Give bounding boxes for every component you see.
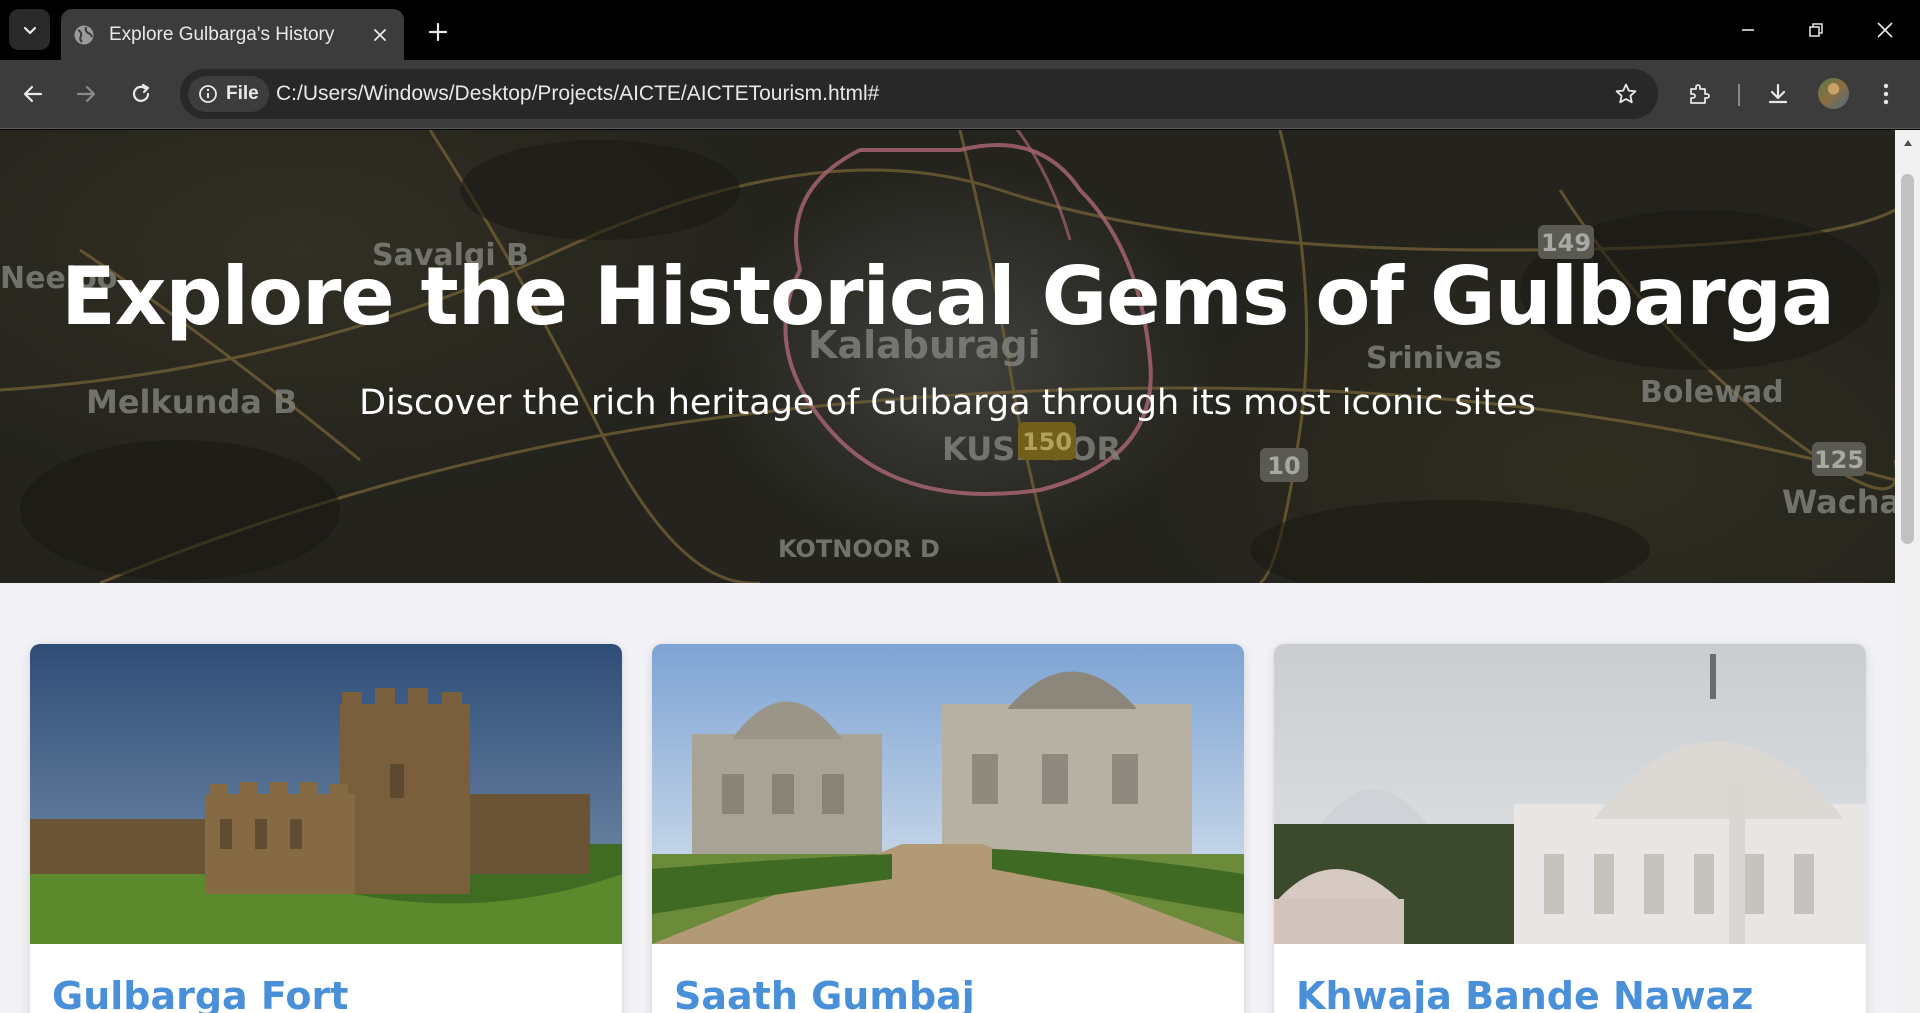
- profile-avatar[interactable]: [1818, 78, 1849, 109]
- site-cards: Gulbarga Fort Saath Gumbaj Khwaja Bande …: [30, 644, 1866, 1013]
- tab-search-button[interactable]: [9, 9, 50, 50]
- card-title[interactable]: Gulbarga Fort: [52, 974, 348, 1013]
- bookmark-button[interactable]: [1606, 74, 1646, 114]
- site-info-chip[interactable]: File: [188, 76, 269, 112]
- hero-banner: Savalgi B Neeloo Kalaburagi Srinivas Bol…: [0, 130, 1895, 583]
- hero-title: Explore the Historical Gems of Gulbarga: [61, 250, 1835, 343]
- menu-button[interactable]: [1866, 74, 1906, 114]
- restore-button[interactable]: [1794, 10, 1838, 50]
- close-icon: [1877, 22, 1893, 38]
- tab-close-button[interactable]: [366, 21, 394, 49]
- reload-button[interactable]: [121, 74, 161, 114]
- tab-strip: Explore Gulbarga's History: [0, 0, 1920, 60]
- minimize-icon: [1742, 29, 1754, 31]
- card-title[interactable]: Saath Gumbaj: [674, 974, 975, 1013]
- minimize-button[interactable]: [1726, 10, 1770, 50]
- toolbar-separator: [1738, 84, 1740, 106]
- info-icon: [199, 85, 217, 103]
- chevron-down-icon: [23, 26, 36, 34]
- page-viewport: Savalgi B Neeloo Kalaburagi Srinivas Bol…: [0, 130, 1895, 1013]
- star-icon: [1615, 83, 1637, 104]
- khwaja-bande-nawaz-image: [1274, 644, 1866, 944]
- triangle-up-icon: [1903, 139, 1912, 146]
- scrollbar-thumb[interactable]: [1901, 174, 1914, 544]
- plus-icon: [428, 22, 448, 42]
- active-tab[interactable]: Explore Gulbarga's History: [61, 9, 404, 60]
- reload-icon: [132, 83, 150, 102]
- kebab-icon: [1883, 83, 1889, 105]
- hero-subtitle: Discover the rich heritage of Gulbarga t…: [359, 383, 1536, 423]
- restore-icon: [1809, 23, 1823, 37]
- saath-gumbaj-image: [652, 644, 1244, 944]
- forward-button[interactable]: [66, 74, 106, 114]
- gulbarga-fort-image: [30, 644, 622, 944]
- site-card[interactable]: Saath Gumbaj: [652, 644, 1244, 1013]
- card-title[interactable]: Khwaja Bande Nawaz: [1296, 974, 1753, 1013]
- new-tab-button[interactable]: [420, 14, 456, 50]
- security-chip-label: File: [226, 83, 259, 104]
- page-scrollbar[interactable]: [1895, 130, 1920, 1013]
- back-button[interactable]: [13, 74, 53, 114]
- globe-icon: [73, 24, 95, 46]
- browser-toolbar: File C:/Users/Windows/Desktop/Projects/A…: [0, 60, 1920, 129]
- download-icon: [1768, 83, 1788, 104]
- arrow-right-icon: [76, 85, 96, 103]
- extensions-button[interactable]: [1679, 74, 1719, 114]
- site-card[interactable]: Gulbarga Fort: [30, 644, 622, 1013]
- site-card[interactable]: Khwaja Bande Nawaz: [1274, 644, 1866, 1013]
- puzzle-icon: [1690, 84, 1710, 104]
- close-icon: [374, 28, 386, 41]
- address-bar[interactable]: File C:/Users/Windows/Desktop/Projects/A…: [180, 69, 1658, 119]
- url-text[interactable]: C:/Users/Windows/Desktop/Projects/AICTE/…: [276, 69, 879, 119]
- downloads-button[interactable]: [1758, 74, 1798, 114]
- arrow-left-icon: [23, 85, 43, 103]
- close-window-button[interactable]: [1863, 10, 1907, 50]
- tab-title: Explore Gulbarga's History: [109, 23, 335, 45]
- hero-overlay: [0, 130, 1895, 583]
- scroll-up-button[interactable]: [1895, 130, 1920, 155]
